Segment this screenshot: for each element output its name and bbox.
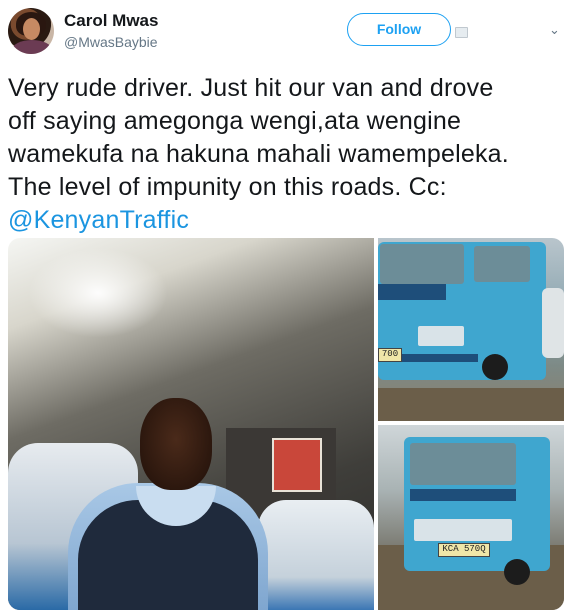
- white-vehicle: [542, 288, 564, 358]
- bus-grill: [414, 519, 512, 541]
- bus-windshield: [380, 244, 464, 284]
- bus-stripe: [378, 284, 446, 300]
- photo-bus-side[interactable]: KCA 570Q: [378, 425, 564, 610]
- photo-bus-front[interactable]: 700: [378, 238, 564, 421]
- seat-right: [258, 500, 374, 610]
- chevron-down-icon[interactable]: ⌄: [549, 22, 560, 38]
- bus-side-window: [474, 246, 530, 282]
- plate: KCA 570Q: [438, 543, 490, 557]
- tweet-line: wamekufa na hakuna mahali wamempeleka.: [8, 140, 509, 168]
- avatar-shirt: [12, 40, 52, 54]
- media-grid: 700 KCA 570Q: [8, 238, 564, 610]
- photo-driver[interactable]: [8, 238, 374, 610]
- bus-stripe: [410, 489, 516, 501]
- user-card-icon: [455, 27, 468, 38]
- red-box: [272, 438, 322, 492]
- tweet-text: Very rude driver. Just hit our van and d…: [8, 72, 558, 237]
- author-name[interactable]: Carol Mwas: [64, 11, 158, 31]
- road: [378, 388, 564, 421]
- tweet-line: Very rude driver. Just hit our van and d…: [8, 74, 494, 102]
- bus-windshield: [410, 443, 516, 485]
- follow-button[interactable]: Follow: [347, 13, 451, 46]
- wheel: [504, 559, 530, 585]
- tweet-line: The level of impunity on this roads. Cc:: [8, 173, 447, 201]
- wheel: [482, 354, 508, 380]
- author-handle[interactable]: @MwasBaybie: [64, 34, 158, 50]
- bus-headlight: [418, 326, 464, 346]
- photo-glare: [28, 248, 168, 338]
- tweet-line: off saying amegonga wengi,ata wengine: [8, 107, 462, 135]
- plate: 700: [378, 348, 402, 362]
- avatar[interactable]: [8, 8, 54, 54]
- driver-head: [140, 398, 212, 490]
- mention-link[interactable]: @KenyanTraffic: [8, 204, 558, 237]
- avatar-face: [23, 18, 40, 40]
